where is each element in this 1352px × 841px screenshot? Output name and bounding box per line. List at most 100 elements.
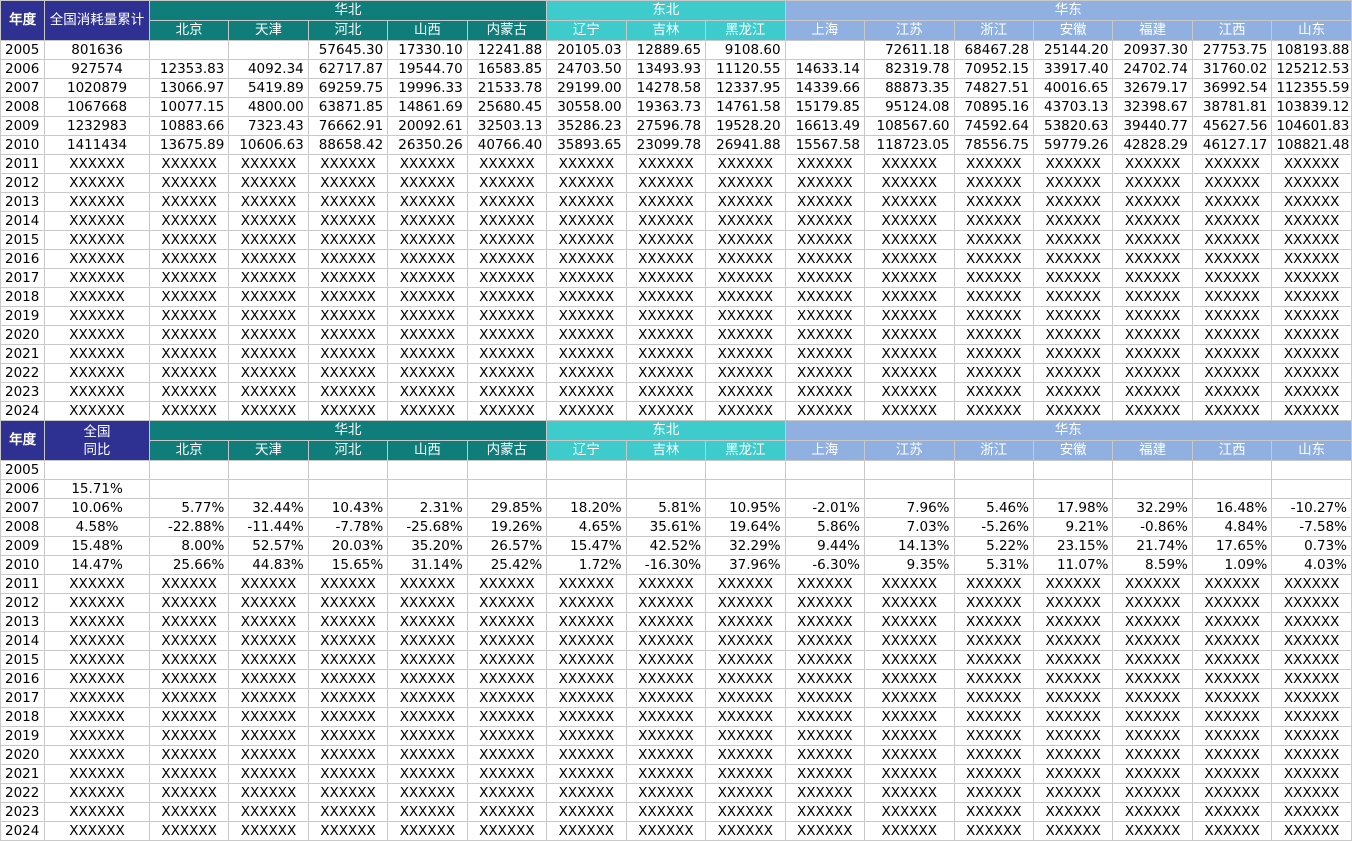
placeholder-cell[interactable]: XXXXXX xyxy=(625,401,707,421)
value-cell[interactable]: 63871.85 xyxy=(307,97,389,117)
placeholder-cell[interactable]: XXXXXX xyxy=(148,173,230,193)
placeholder-cell[interactable]: XXXXXX xyxy=(953,306,1034,326)
placeholder-cell[interactable]: XXXXXX xyxy=(228,173,309,193)
placeholder-cell[interactable]: XXXXXX xyxy=(705,593,786,613)
province-header[interactable]: 山西 xyxy=(387,440,468,461)
placeholder-cell[interactable]: XXXXXX xyxy=(1032,249,1114,269)
value-cell[interactable]: 16583.85 xyxy=(466,59,548,79)
value-cell[interactable]: -16.30% xyxy=(625,555,707,575)
placeholder-cell[interactable]: XXXXXX xyxy=(705,707,786,727)
placeholder-cell[interactable]: XXXXXX xyxy=(387,593,468,613)
total-cell[interactable] xyxy=(44,460,150,480)
value-cell[interactable]: 13675.89 xyxy=(148,135,230,155)
placeholder-cell[interactable]: XXXXXX xyxy=(307,821,389,841)
placeholder-cell[interactable]: XXXXXX xyxy=(228,631,309,651)
value-cell[interactable] xyxy=(953,479,1034,499)
placeholder-cell[interactable]: XXXXXX xyxy=(1032,344,1114,364)
placeholder-cell[interactable]: XXXXXX xyxy=(228,363,309,383)
value-cell[interactable]: 19528.20 xyxy=(705,116,786,136)
placeholder-cell[interactable]: XXXXXX xyxy=(307,574,389,594)
placeholder-cell[interactable]: XXXXXX xyxy=(1112,707,1193,727)
value-cell[interactable]: 26941.88 xyxy=(705,135,786,155)
placeholder-cell[interactable]: XXXXXX xyxy=(546,249,627,269)
value-cell[interactable]: -0.86% xyxy=(1112,517,1193,537)
value-cell[interactable] xyxy=(953,460,1034,480)
placeholder-cell[interactable]: XXXXXX xyxy=(953,287,1034,307)
value-cell[interactable]: 32679.17 xyxy=(1112,78,1193,98)
placeholder-cell[interactable]: XXXXXX xyxy=(705,401,786,421)
placeholder-cell[interactable]: XXXXXX xyxy=(307,802,389,822)
value-cell[interactable]: 125212.53 xyxy=(1271,59,1352,79)
placeholder-cell[interactable]: XXXXXX xyxy=(546,154,627,174)
placeholder-cell[interactable]: XXXXXX xyxy=(546,650,627,670)
placeholder-cell[interactable]: XXXXXX xyxy=(1112,344,1193,364)
placeholder-cell[interactable]: XXXXXX xyxy=(466,192,548,212)
placeholder-cell[interactable]: XXXXXX xyxy=(1032,287,1114,307)
placeholder-cell[interactable]: XXXXXX xyxy=(1112,230,1193,250)
value-cell[interactable]: 20937.30 xyxy=(1112,40,1193,60)
placeholder-cell[interactable]: XXXXXX xyxy=(466,306,548,326)
value-cell[interactable] xyxy=(864,479,955,499)
placeholder-cell[interactable]: XXXXXX xyxy=(546,745,627,765)
value-cell[interactable]: 76662.91 xyxy=(307,116,389,136)
value-cell[interactable] xyxy=(387,479,468,499)
value-cell[interactable]: 10883.66 xyxy=(148,116,230,136)
year-cell[interactable]: 2024 xyxy=(0,401,46,421)
value-cell[interactable]: 103839.12 xyxy=(1271,97,1352,117)
placeholder-cell[interactable]: XXXXXX xyxy=(546,574,627,594)
placeholder-cell[interactable]: XXXXXX xyxy=(784,249,866,269)
placeholder-cell[interactable]: XXXXXX xyxy=(784,211,866,231)
placeholder-cell[interactable]: XXXXXX xyxy=(307,764,389,784)
placeholder-cell[interactable]: XXXXXX xyxy=(953,669,1034,689)
placeholder-cell[interactable]: XXXXXX xyxy=(625,249,707,269)
placeholder-cell[interactable]: XXXXXX xyxy=(148,688,230,708)
value-cell[interactable]: 108821.48 xyxy=(1271,135,1352,155)
value-cell[interactable]: 5.46% xyxy=(953,498,1034,518)
placeholder-cell[interactable]: XXXXXX xyxy=(953,688,1034,708)
value-cell[interactable]: 1.72% xyxy=(546,555,627,575)
year-cell[interactable]: 2007 xyxy=(0,78,46,98)
value-cell[interactable] xyxy=(784,479,866,499)
placeholder-cell[interactable]: XXXXXX xyxy=(387,783,468,803)
placeholder-cell[interactable]: XXXXXX xyxy=(148,650,230,670)
province-header[interactable]: 辽宁 xyxy=(546,440,627,461)
value-cell[interactable]: 43703.13 xyxy=(1032,97,1114,117)
total-cell[interactable]: 1232983 xyxy=(44,116,150,136)
placeholder-cell[interactable]: XXXXXX xyxy=(148,211,230,231)
value-cell[interactable]: 17.65% xyxy=(1191,536,1273,556)
placeholder-cell[interactable]: XXXXXX xyxy=(864,783,955,803)
placeholder-cell[interactable]: XXXXXX xyxy=(1112,745,1193,765)
placeholder-cell[interactable]: XXXXXX xyxy=(1271,802,1352,822)
value-cell[interactable] xyxy=(466,479,548,499)
placeholder-cell[interactable]: XXXXXX xyxy=(1112,306,1193,326)
year-cell[interactable]: 2018 xyxy=(0,287,46,307)
placeholder-cell[interactable]: XXXXXX xyxy=(1191,802,1273,822)
placeholder-cell[interactable]: XXXXXX xyxy=(1112,764,1193,784)
value-cell[interactable]: 45627.56 xyxy=(1191,116,1273,136)
placeholder-cell[interactable]: XXXXXX xyxy=(705,230,786,250)
placeholder-cell[interactable]: XXXXXX xyxy=(1032,707,1114,727)
placeholder-cell[interactable]: XXXXXX xyxy=(625,650,707,670)
placeholder-cell[interactable]: XXXXXX xyxy=(307,631,389,651)
placeholder-cell[interactable]: XXXXXX xyxy=(784,382,866,402)
placeholder-cell[interactable]: XXXXXX xyxy=(1191,363,1273,383)
placeholder-cell[interactable]: XXXXXX xyxy=(784,192,866,212)
placeholder-cell[interactable]: XXXXXX xyxy=(864,211,955,231)
year-cell[interactable]: 2009 xyxy=(0,536,46,556)
placeholder-cell[interactable]: XXXXXX xyxy=(1191,612,1273,632)
year-cell[interactable]: 2013 xyxy=(0,192,46,212)
value-cell[interactable]: 14.13% xyxy=(864,536,955,556)
placeholder-cell[interactable]: XXXXXX xyxy=(625,192,707,212)
value-cell[interactable]: 32398.67 xyxy=(1112,97,1193,117)
placeholder-cell[interactable]: XXXXXX xyxy=(148,249,230,269)
placeholder-cell[interactable]: XXXXXX xyxy=(466,230,548,250)
value-cell[interactable]: 19.64% xyxy=(705,517,786,537)
placeholder-cell[interactable]: XXXXXX xyxy=(228,382,309,402)
placeholder-cell[interactable]: XXXXXX xyxy=(546,783,627,803)
region-header[interactable]: 东北 xyxy=(546,0,786,21)
placeholder-cell[interactable]: XXXXXX xyxy=(1271,382,1352,402)
placeholder-cell[interactable]: XXXXXX xyxy=(864,726,955,746)
placeholder-cell[interactable]: XXXXXX xyxy=(387,821,468,841)
year-cell[interactable]: 2012 xyxy=(0,593,46,613)
placeholder-cell[interactable]: XXXXXX xyxy=(387,306,468,326)
